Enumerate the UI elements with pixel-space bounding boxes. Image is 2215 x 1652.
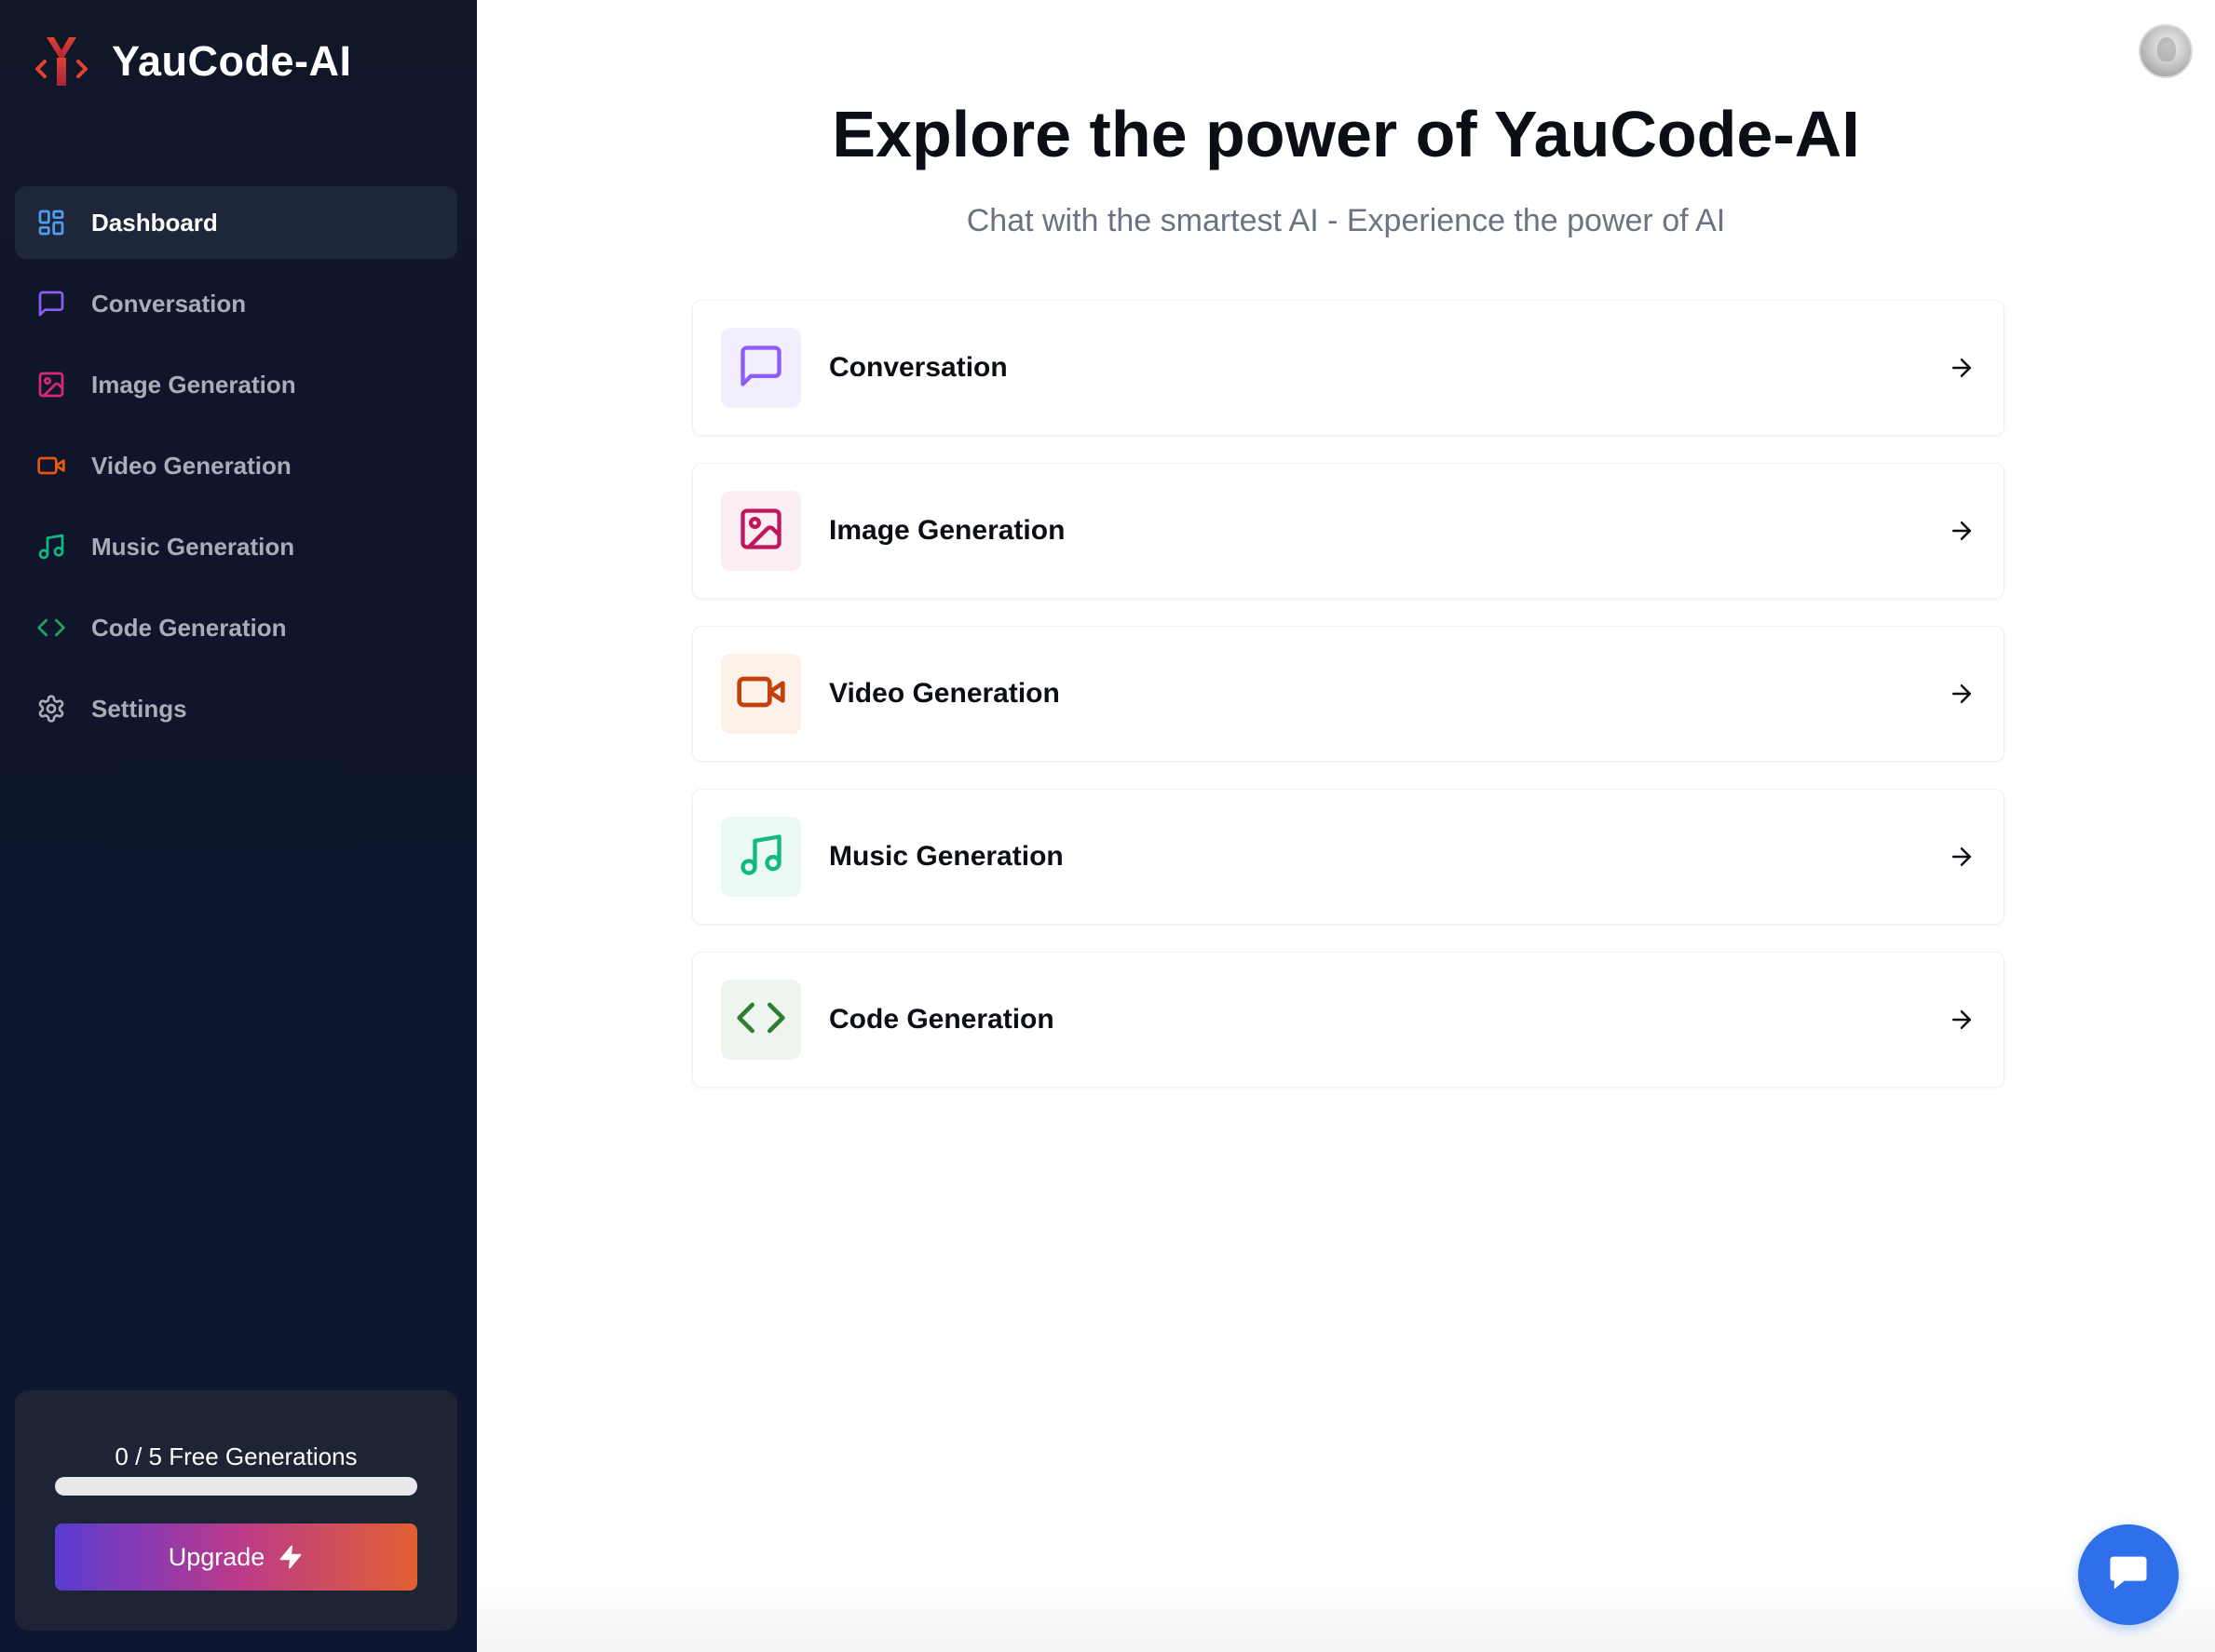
arrow-right-icon (1948, 1006, 1976, 1034)
sidebar: YauCode-AI Dashboard Conversation Image … (0, 0, 477, 1652)
upgrade-button-label: Upgrade (168, 1542, 265, 1571)
tool-card-icon-box (721, 491, 801, 571)
sidebar-item-video-generation[interactable]: Video Generation (15, 429, 457, 502)
chat-bubble-icon (2104, 1549, 2153, 1602)
sidebar-item-dashboard[interactable]: Dashboard (15, 186, 457, 259)
lightning-bolt-icon (278, 1544, 304, 1570)
sidebar-item-image-generation[interactable]: Image Generation (15, 348, 457, 421)
page-subtitle: Chat with the smartest AI - Experience t… (966, 203, 1726, 238)
code-icon (735, 992, 787, 1049)
sidebar-item-label: Settings (91, 694, 187, 723)
sidebar-item-settings[interactable]: Settings (15, 672, 457, 745)
tool-card-label: Code Generation (829, 1004, 1054, 1035)
arrow-right-icon (1948, 517, 1976, 545)
tool-card-list: Conversation Image Generation Video Gene… (692, 300, 2004, 1115)
tool-card-icon-box (721, 817, 801, 897)
music-icon (737, 831, 785, 884)
tool-card-label: Video Generation (829, 678, 1060, 709)
tool-card-label: Conversation (829, 352, 1008, 383)
sidebar-item-code-generation[interactable]: Code Generation (15, 591, 457, 664)
video-icon (35, 450, 67, 481)
brand[interactable]: YauCode-AI (34, 34, 352, 89)
brand-name: YauCode-AI (112, 37, 352, 85)
tool-card-icon-box (721, 654, 801, 734)
sidebar-item-label: Music Generation (91, 532, 295, 561)
bottom-fade (477, 1583, 2215, 1652)
arrow-right-icon (1948, 843, 1976, 871)
video-icon (735, 666, 787, 723)
image-icon (35, 369, 67, 400)
tool-card-image-generation[interactable]: Image Generation (692, 463, 2004, 599)
sidebar-item-label: Dashboard (91, 208, 218, 237)
code-icon (35, 612, 67, 643)
sidebar-item-conversation[interactable]: Conversation (15, 267, 457, 340)
tool-card-video-generation[interactable]: Video Generation (692, 626, 2004, 762)
tool-card-conversation[interactable]: Conversation (692, 300, 2004, 436)
sidebar-item-label: Conversation (91, 289, 247, 318)
tool-card-code-generation[interactable]: Code Generation (692, 952, 2004, 1088)
page-title: Explore the power of YauCode-AI (832, 98, 1860, 170)
arrow-right-icon (1948, 354, 1976, 382)
image-icon (737, 505, 785, 558)
user-avatar[interactable] (2139, 24, 2193, 78)
brand-logo-icon (34, 34, 89, 89)
message-square-icon (35, 288, 67, 319)
sidebar-item-music-generation[interactable]: Music Generation (15, 510, 457, 583)
tool-card-icon-box (721, 980, 801, 1060)
dashboard-grid-icon (35, 207, 67, 238)
sidebar-item-label: Video Generation (91, 451, 292, 480)
free-generations-progress (55, 1477, 417, 1496)
sidebar-item-label: Image Generation (91, 370, 296, 399)
tool-card-music-generation[interactable]: Music Generation (692, 789, 2004, 925)
sidebar-nav: Dashboard Conversation Image Generation … (15, 186, 457, 753)
music-icon (35, 531, 67, 562)
arrow-right-icon (1948, 680, 1976, 708)
message-square-icon (737, 342, 785, 395)
settings-gear-icon (35, 693, 67, 724)
tool-card-label: Image Generation (829, 515, 1066, 546)
free-generations-card: 0 / 5 Free Generations Upgrade (15, 1390, 457, 1631)
tool-card-icon-box (721, 328, 801, 408)
free-generations-counter: 0 / 5 Free Generations (115, 1442, 358, 1470)
upgrade-button[interactable]: Upgrade (55, 1523, 417, 1591)
chat-support-button[interactable] (2078, 1524, 2179, 1625)
tool-card-label: Music Generation (829, 841, 1064, 872)
sidebar-item-label: Code Generation (91, 613, 287, 642)
